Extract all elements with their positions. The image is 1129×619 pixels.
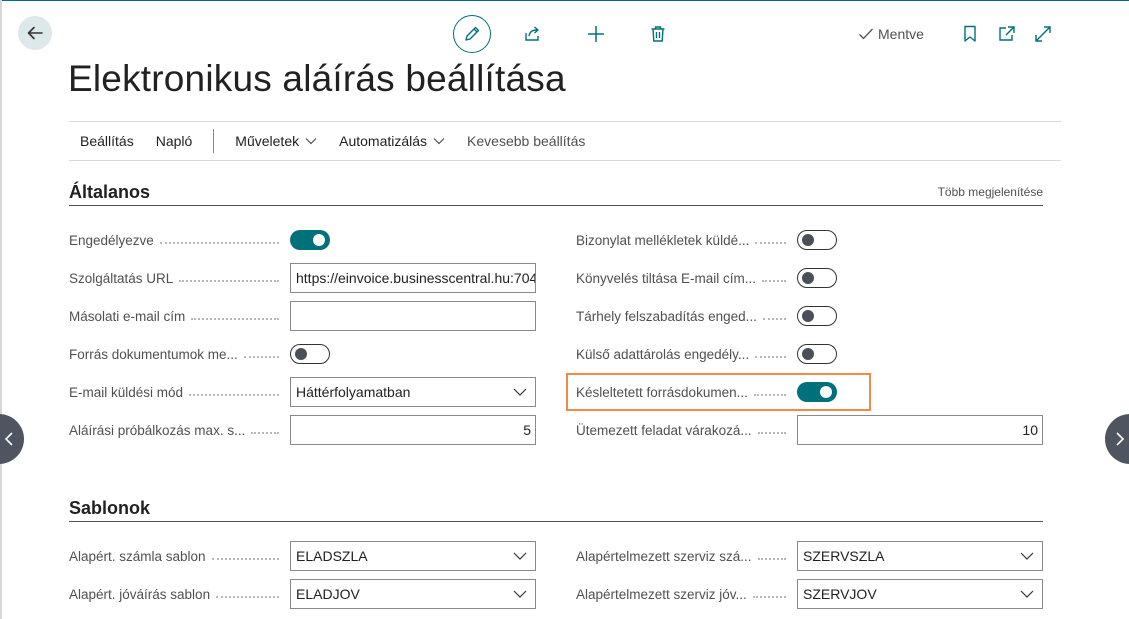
open-in-new-icon xyxy=(999,26,1015,41)
service-invoice-template-select[interactable]: SZERVSZLA xyxy=(797,541,1043,571)
share-button[interactable] xyxy=(521,22,545,46)
chevron-down-icon xyxy=(513,388,527,396)
open-new-window-button[interactable] xyxy=(995,22,1019,46)
top-accent-line xyxy=(0,0,1129,1)
action-bar: Beállítás Napló Műveletek Automatizálás … xyxy=(69,122,1061,160)
action-label: Automatizálás xyxy=(339,133,428,149)
section-rule xyxy=(69,205,1043,206)
action-label: Napló xyxy=(155,133,193,149)
field-label-service-credit-template: Alapértelmezett szerviz jóv... xyxy=(576,584,792,604)
signature-max-attempts-field[interactable]: 5 xyxy=(290,415,536,445)
section-title-templates[interactable]: Sablonok xyxy=(69,498,150,519)
chevron-down-icon xyxy=(513,552,527,560)
back-button[interactable] xyxy=(18,16,52,50)
chevron-down-icon xyxy=(1020,590,1034,598)
pencil-icon xyxy=(465,26,480,41)
free-storage-toggle[interactable] xyxy=(797,306,837,326)
field-label-send-attachments: Bizonylat mellékletek küldé... xyxy=(576,230,792,250)
chevron-down-icon xyxy=(433,138,445,145)
section-title-general[interactable]: Általanos xyxy=(69,182,150,203)
next-record-button[interactable] xyxy=(1105,414,1129,464)
divider xyxy=(69,160,1061,161)
new-button[interactable] xyxy=(584,22,608,46)
action-label: Kevesebb beállítás xyxy=(467,133,586,149)
highlight-box xyxy=(566,373,871,411)
field-label-service-invoice-template: Alapértelmezett szerviz szá... xyxy=(576,546,792,566)
left-edge xyxy=(0,0,2,619)
saved-label: Mentve xyxy=(878,26,924,42)
field-label-block-posting: Könyvelés tiltása E-mail cím... xyxy=(576,268,792,288)
chevron-left-icon xyxy=(4,432,13,446)
chevron-down-icon xyxy=(1020,552,1034,560)
action-separator xyxy=(213,129,215,153)
action-setup[interactable]: Beállítás xyxy=(69,133,145,149)
field-label-enabled: Engedélyezve xyxy=(69,230,285,250)
bookmark-button[interactable] xyxy=(959,22,981,46)
enabled-toggle[interactable] xyxy=(290,230,330,250)
block-posting-toggle[interactable] xyxy=(797,268,837,288)
source-documents-toggle[interactable] xyxy=(290,344,330,364)
external-storage-toggle[interactable] xyxy=(797,344,837,364)
field-label-source-documents: Forrás dokumentumok me... xyxy=(69,344,285,364)
trash-icon xyxy=(651,26,665,42)
back-arrow-icon xyxy=(27,26,43,40)
delete-button[interactable] xyxy=(646,22,670,46)
action-automation-menu[interactable]: Automatizálás xyxy=(328,133,456,149)
service-credit-template-select[interactable]: SZERVJOV xyxy=(797,579,1043,609)
field-label-copy-email: Másolati e-mail cím xyxy=(69,306,285,326)
saved-status: Mentve xyxy=(858,24,924,44)
previous-record-button[interactable] xyxy=(0,414,24,464)
invoice-template-select[interactable]: ELADSZLA xyxy=(290,541,536,571)
edit-button[interactable] xyxy=(453,15,491,53)
bookmark-icon xyxy=(964,25,976,42)
copy-email-field[interactable] xyxy=(290,301,536,331)
send-attachments-toggle[interactable] xyxy=(797,230,837,250)
credit-memo-template-select[interactable]: ELADJOV xyxy=(290,579,536,609)
focus-mode-button[interactable] xyxy=(1031,22,1055,46)
field-label-external-storage: Külső adattárolás engedély... xyxy=(576,344,792,364)
field-label-invoice-template: Alapért. számla sablon xyxy=(69,546,285,566)
checkmark-icon xyxy=(859,28,873,40)
chevron-down-icon xyxy=(513,590,527,598)
action-operations-menu[interactable]: Műveletek xyxy=(224,133,328,149)
field-label-credit-memo-template: Alapért. jóváírás sablon xyxy=(69,584,285,604)
email-send-mode-select[interactable]: Háttérfolyamatban xyxy=(290,377,536,407)
scheduled-task-wait-field[interactable]: 10 xyxy=(797,415,1043,445)
section-rule xyxy=(69,521,1043,522)
share-icon xyxy=(525,26,539,41)
service-url-field[interactable]: https://einvoice.businesscentral.hu:704 xyxy=(290,263,536,293)
chevron-down-icon xyxy=(305,138,317,145)
field-label-scheduled-task-wait: Ütemezett feladat várakozá... xyxy=(576,420,792,440)
field-label-free-storage: Tárhely felszabadítás enged... xyxy=(576,306,792,326)
plus-icon xyxy=(588,26,604,42)
chevron-right-icon xyxy=(1116,432,1125,446)
page-title: Elektronikus aláírás beállítása xyxy=(68,58,566,99)
action-label: Beállítás xyxy=(80,133,134,149)
action-label: Műveletek xyxy=(235,133,300,149)
action-fewer-options[interactable]: Kevesebb beállítás xyxy=(456,133,596,149)
show-more-link[interactable]: Több megjelenítése xyxy=(938,185,1043,199)
action-log[interactable]: Napló xyxy=(145,133,204,149)
field-label-service-url: Szolgáltatás URL xyxy=(69,268,285,288)
field-label-email-send-mode: E-mail küldési mód xyxy=(69,382,285,402)
expand-icon xyxy=(1035,26,1051,42)
field-label-signature-max-attempts: Aláírási próbálkozás max. s... xyxy=(69,420,285,440)
